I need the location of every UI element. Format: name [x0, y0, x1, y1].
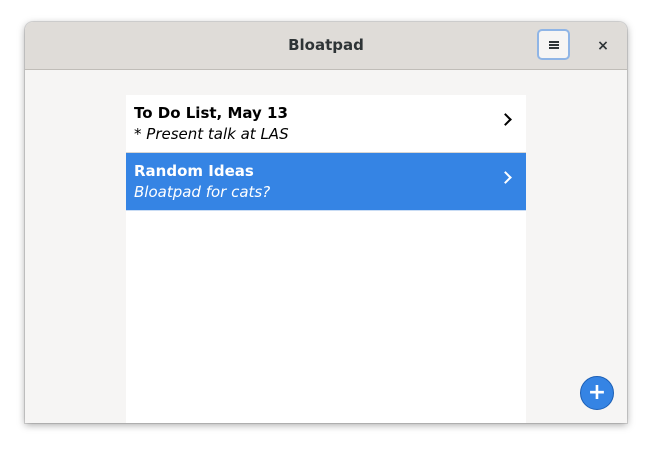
header-bar: Bloatpad × [25, 22, 627, 70]
note-row[interactable]: To Do List, May 13 * Present talk at LAS [126, 95, 526, 153]
notes-list: To Do List, May 13 * Present talk at LAS… [126, 95, 526, 423]
close-button[interactable]: × [591, 34, 615, 58]
main-menu-button[interactable] [537, 29, 570, 60]
note-title: To Do List, May 13 [134, 104, 288, 122]
chevron-right-icon [499, 171, 512, 184]
note-subtitle: * Present talk at LAS [134, 125, 289, 143]
app-window: Bloatpad × To Do List, May 13 * Present … [25, 22, 627, 423]
add-note-button[interactable]: + [580, 376, 614, 410]
note-title: Random Ideas [134, 162, 254, 180]
chevron-right-icon [499, 113, 512, 126]
hamburger-menu-icon [548, 40, 559, 49]
note-subtitle: Bloatpad for cats? [134, 183, 271, 201]
note-row-selected[interactable]: Random Ideas Bloatpad for cats? [126, 153, 526, 211]
